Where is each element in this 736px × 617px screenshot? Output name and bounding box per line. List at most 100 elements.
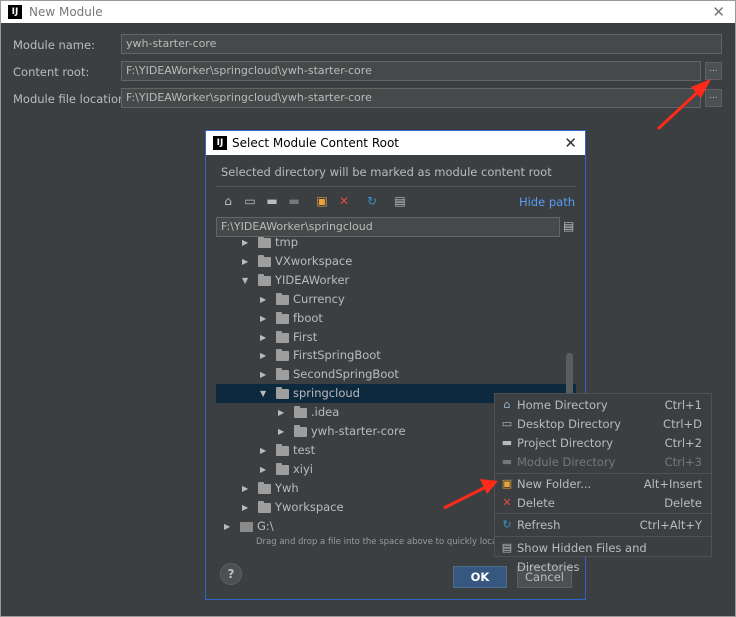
tree-row[interactable]: ▶ fboot bbox=[216, 309, 576, 328]
intellij-logo-icon: IJ bbox=[213, 136, 227, 150]
folder-icon bbox=[276, 292, 289, 305]
hide-path-link[interactable]: Hide path bbox=[519, 195, 575, 209]
refresh-icon: ↻ bbox=[502, 518, 512, 531]
expand-arrow-right-icon[interactable]: ▶ bbox=[260, 290, 270, 309]
desktop-icon[interactable]: ▭ bbox=[242, 193, 258, 209]
show-hidden-icon[interactable]: ▤ bbox=[392, 193, 408, 209]
expand-arrow-right-icon[interactable]: ▶ bbox=[224, 517, 234, 536]
menu-item-label: Desktop Directory bbox=[517, 417, 622, 431]
show-hidden-icon: ▤ bbox=[501, 541, 513, 554]
tree-row-label: ywh-starter-core bbox=[311, 424, 406, 438]
expand-arrow-right-icon[interactable]: ▶ bbox=[278, 403, 288, 422]
window-title: New Module bbox=[29, 5, 103, 19]
module-icon: ▬ bbox=[288, 194, 300, 208]
menu-item-label: Home Directory bbox=[517, 398, 608, 412]
content-root-input[interactable]: F:\YIDEAWorker\springcloud\ywh-starter-c… bbox=[121, 61, 701, 81]
folder-icon bbox=[276, 330, 289, 343]
tree-row[interactable]: ▶ First bbox=[216, 328, 576, 347]
folder-icon bbox=[276, 311, 289, 324]
menu-item-label: Project Directory bbox=[517, 436, 614, 450]
module-file-location-label: Module file location: bbox=[13, 92, 130, 106]
folder-icon bbox=[276, 368, 289, 381]
menu-item-label: Delete bbox=[517, 496, 555, 510]
home-icon: ⌂ bbox=[503, 398, 511, 411]
folder-icon bbox=[258, 481, 271, 494]
menu-separator bbox=[495, 513, 711, 514]
folder-icon bbox=[294, 425, 307, 437]
menu-item-show-hidden[interactable]: ▤ Show Hidden Files and Directories bbox=[495, 539, 711, 574]
ok-button[interactable]: OK bbox=[453, 566, 507, 588]
menu-item-shortcut: Delete bbox=[664, 496, 702, 510]
tree-row-label: G:\ bbox=[257, 518, 274, 533]
expand-arrow-right-icon[interactable]: ▶ bbox=[278, 422, 288, 441]
tree-row-label: SecondSpringBoot bbox=[293, 367, 399, 382]
menu-item-shortcut: Ctrl+3 bbox=[664, 455, 702, 469]
menu-item-shortcut: Ctrl+Alt+Y bbox=[639, 518, 702, 532]
refresh-icon[interactable]: ↻ bbox=[364, 193, 380, 209]
drag-drop-hint: Drag and drop a file into the space abov… bbox=[256, 537, 515, 547]
help-button[interactable]: ? bbox=[220, 563, 242, 585]
menu-item-new-folder[interactable]: ▣ New Folder... Alt+Insert bbox=[495, 475, 711, 494]
intellij-logo-icon: IJ bbox=[8, 5, 22, 19]
module-file-location-input[interactable]: F:\YIDEAWorker\springcloud\ywh-starter-c… bbox=[121, 88, 701, 108]
menu-item-project[interactable]: ▬ Project Directory Ctrl+2 bbox=[495, 434, 711, 453]
expand-arrow-down-icon[interactable]: ▼ bbox=[242, 271, 252, 290]
tree-row[interactable]: ▶ Currency bbox=[216, 290, 576, 309]
expand-arrow-right-icon[interactable]: ▶ bbox=[260, 441, 270, 460]
tree-row-label: VXworkspace bbox=[275, 253, 353, 268]
tree-row[interactable]: ▼ YIDEAWorker bbox=[216, 271, 576, 290]
expand-arrow-right-icon[interactable]: ▶ bbox=[242, 498, 252, 517]
menu-item-delete[interactable]: ✕ Delete Delete bbox=[495, 494, 711, 513]
menu-item-shortcut: Alt+Insert bbox=[643, 477, 702, 491]
folder-icon bbox=[276, 349, 289, 362]
expand-arrow-right-icon[interactable]: ▶ bbox=[242, 479, 252, 498]
new-folder-icon[interactable]: ▣ bbox=[314, 193, 330, 209]
dialog-description: Selected directory will be marked as mod… bbox=[221, 165, 552, 179]
expand-arrow-down-icon[interactable]: ▼ bbox=[260, 384, 270, 403]
expand-arrow-right-icon[interactable]: ▶ bbox=[260, 346, 270, 365]
new-folder-icon: ▣ bbox=[501, 477, 513, 490]
folder-icon bbox=[258, 237, 271, 248]
folder-icon bbox=[276, 462, 289, 475]
content-root-browse-button[interactable]: ... bbox=[705, 62, 722, 80]
folder-icon bbox=[276, 443, 289, 456]
expand-arrow-right-icon[interactable]: ▶ bbox=[260, 309, 270, 328]
menu-separator bbox=[495, 473, 711, 474]
path-history-icon[interactable]: ▤ bbox=[563, 219, 575, 234]
dialog-title: Select Module Content Root bbox=[232, 136, 400, 150]
tree-row[interactable]: ▶ tmp bbox=[216, 237, 576, 252]
tree-row[interactable]: ▶ VXworkspace bbox=[216, 252, 576, 271]
menu-item-home[interactable]: ⌂ Home Directory Ctrl+1 bbox=[495, 396, 711, 415]
expand-arrow-right-icon[interactable]: ▶ bbox=[242, 237, 252, 252]
window-titlebar: IJ New Module ✕ bbox=[1, 1, 735, 23]
menu-item-label: New Folder... bbox=[517, 477, 592, 491]
module-file-location-browse-button[interactable]: ... bbox=[705, 89, 722, 107]
expand-arrow-right-icon[interactable]: ▶ bbox=[242, 252, 252, 271]
dialog-close-button[interactable]: ✕ bbox=[564, 134, 577, 152]
context-menu: ⌂ Home Directory Ctrl+1 ▭ Desktop Directory C… bbox=[494, 393, 712, 574]
tree-row[interactable]: ▶ FirstSpringBoot bbox=[216, 346, 576, 365]
tree-row-label: First bbox=[293, 329, 318, 344]
tree-row-label: .idea bbox=[311, 405, 340, 420]
expand-arrow-right-icon[interactable]: ▶ bbox=[260, 460, 270, 479]
menu-item-shortcut: Ctrl+D bbox=[663, 417, 702, 431]
path-input[interactable]: F:\YIDEAWorker\springcloud bbox=[216, 217, 560, 237]
expand-arrow-right-icon[interactable]: ▶ bbox=[260, 365, 270, 384]
expand-arrow-right-icon[interactable]: ▶ bbox=[260, 328, 270, 347]
tree-row-label: FirstSpringBoot bbox=[293, 348, 381, 363]
tree-row-label: Currency bbox=[293, 291, 345, 306]
menu-item-label: Refresh bbox=[517, 518, 561, 532]
dialog-titlebar: IJ Select Module Content Root ✕ bbox=[206, 131, 585, 155]
tree-row-label: fboot bbox=[293, 310, 323, 325]
tree-row-label: Yworkspace bbox=[275, 499, 344, 514]
window-close-button[interactable]: ✕ bbox=[712, 3, 725, 21]
tree-row-label: springcloud bbox=[293, 386, 360, 401]
menu-item-desktop[interactable]: ▭ Desktop Directory Ctrl+D bbox=[495, 415, 711, 434]
project-icon[interactable]: ▬ bbox=[264, 193, 280, 209]
delete-icon[interactable]: ✕ bbox=[336, 193, 352, 209]
menu-item-refresh[interactable]: ↻ Refresh Ctrl+Alt+Y bbox=[495, 516, 711, 535]
module-name-input[interactable]: ywh-starter-core bbox=[121, 34, 722, 54]
drive-icon bbox=[240, 521, 253, 532]
tree-row[interactable]: ▶ SecondSpringBoot bbox=[216, 365, 576, 384]
home-icon[interactable]: ⌂ bbox=[220, 193, 236, 209]
